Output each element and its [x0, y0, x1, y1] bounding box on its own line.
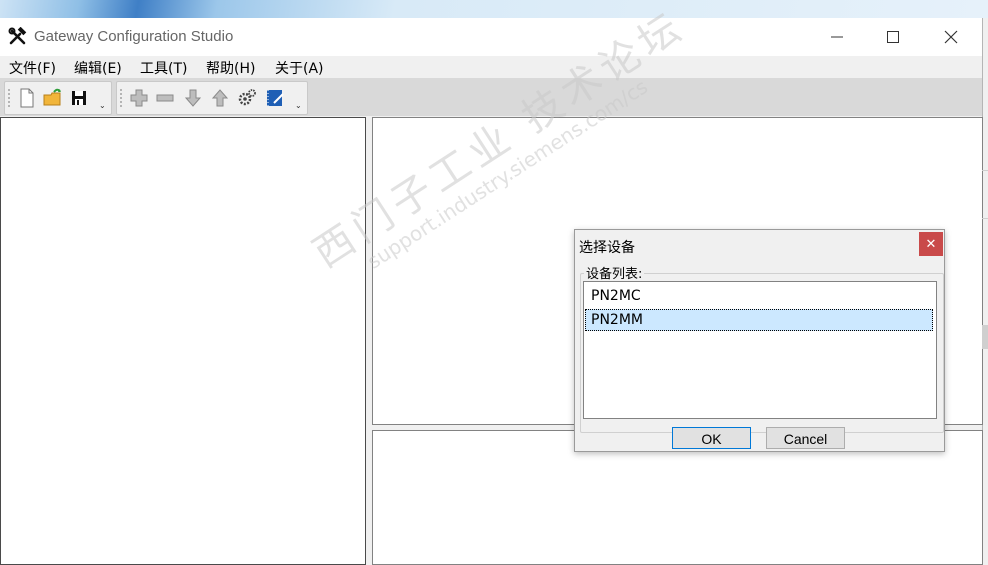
menu-about[interactable]: 关于(A): [275, 58, 324, 78]
desktop-background: [0, 0, 988, 18]
menu-bar: 文件(F) 编辑(E) 工具(T) 帮助(H) 关于(A): [0, 56, 982, 78]
close-icon: ✕: [925, 236, 937, 252]
menu-file[interactable]: 文件(F): [9, 58, 56, 78]
device-listbox[interactable]: PN2MC PN2MM: [583, 281, 937, 419]
menu-tools[interactable]: 工具(T): [140, 58, 187, 78]
list-item-selected[interactable]: PN2MM: [585, 309, 933, 331]
settings-icon[interactable]: [237, 88, 257, 108]
menu-help[interactable]: 帮助(H): [206, 58, 255, 78]
list-item[interactable]: PN2MC: [585, 285, 933, 307]
toolstrip-overflow-icon[interactable]: ⌄: [295, 102, 303, 110]
maximize-icon: [887, 31, 899, 43]
add-icon[interactable]: [129, 88, 149, 108]
minimize-button[interactable]: [808, 18, 866, 56]
toolstrip-grip[interactable]: [8, 88, 10, 108]
maximize-button[interactable]: [864, 18, 922, 56]
open-folder-icon[interactable]: [43, 88, 63, 108]
toolbar-area: ⌄ ⌄: [0, 78, 982, 116]
device-tree-panel[interactable]: [0, 117, 366, 565]
menu-edit[interactable]: 编辑(E): [74, 58, 122, 78]
new-file-icon[interactable]: [17, 88, 37, 108]
remove-icon[interactable]: [155, 88, 175, 108]
move-down-icon[interactable]: [183, 88, 203, 108]
toolstrip-grip[interactable]: [120, 88, 122, 108]
file-toolstrip: ⌄: [4, 81, 112, 115]
tools-icon: [8, 27, 27, 45]
ok-button[interactable]: OK: [672, 427, 751, 449]
save-icon[interactable]: [69, 88, 89, 108]
close-icon: [944, 30, 958, 44]
select-device-dialog: 选择设备 ✕ 设备列表: PN2MC PN2MM OK Cancel: [574, 229, 945, 452]
edit-notebook-icon[interactable]: [265, 88, 285, 108]
device-list-label: 设备列表:: [584, 263, 645, 282]
toolstrip-overflow-icon[interactable]: ⌄: [99, 102, 107, 110]
close-button[interactable]: [922, 18, 980, 56]
dialog-title: 选择设备: [579, 240, 635, 256]
dialog-close-button[interactable]: ✕: [919, 232, 943, 256]
cancel-button[interactable]: Cancel: [766, 427, 845, 449]
move-up-icon[interactable]: [210, 88, 230, 108]
title-bar[interactable]: Gateway Configuration Studio: [0, 18, 982, 56]
edit-toolstrip: ⌄: [116, 81, 308, 115]
window-edge: [982, 170, 988, 370]
window-title: Gateway Configuration Studio: [34, 28, 234, 45]
minimize-icon: [831, 36, 843, 38]
